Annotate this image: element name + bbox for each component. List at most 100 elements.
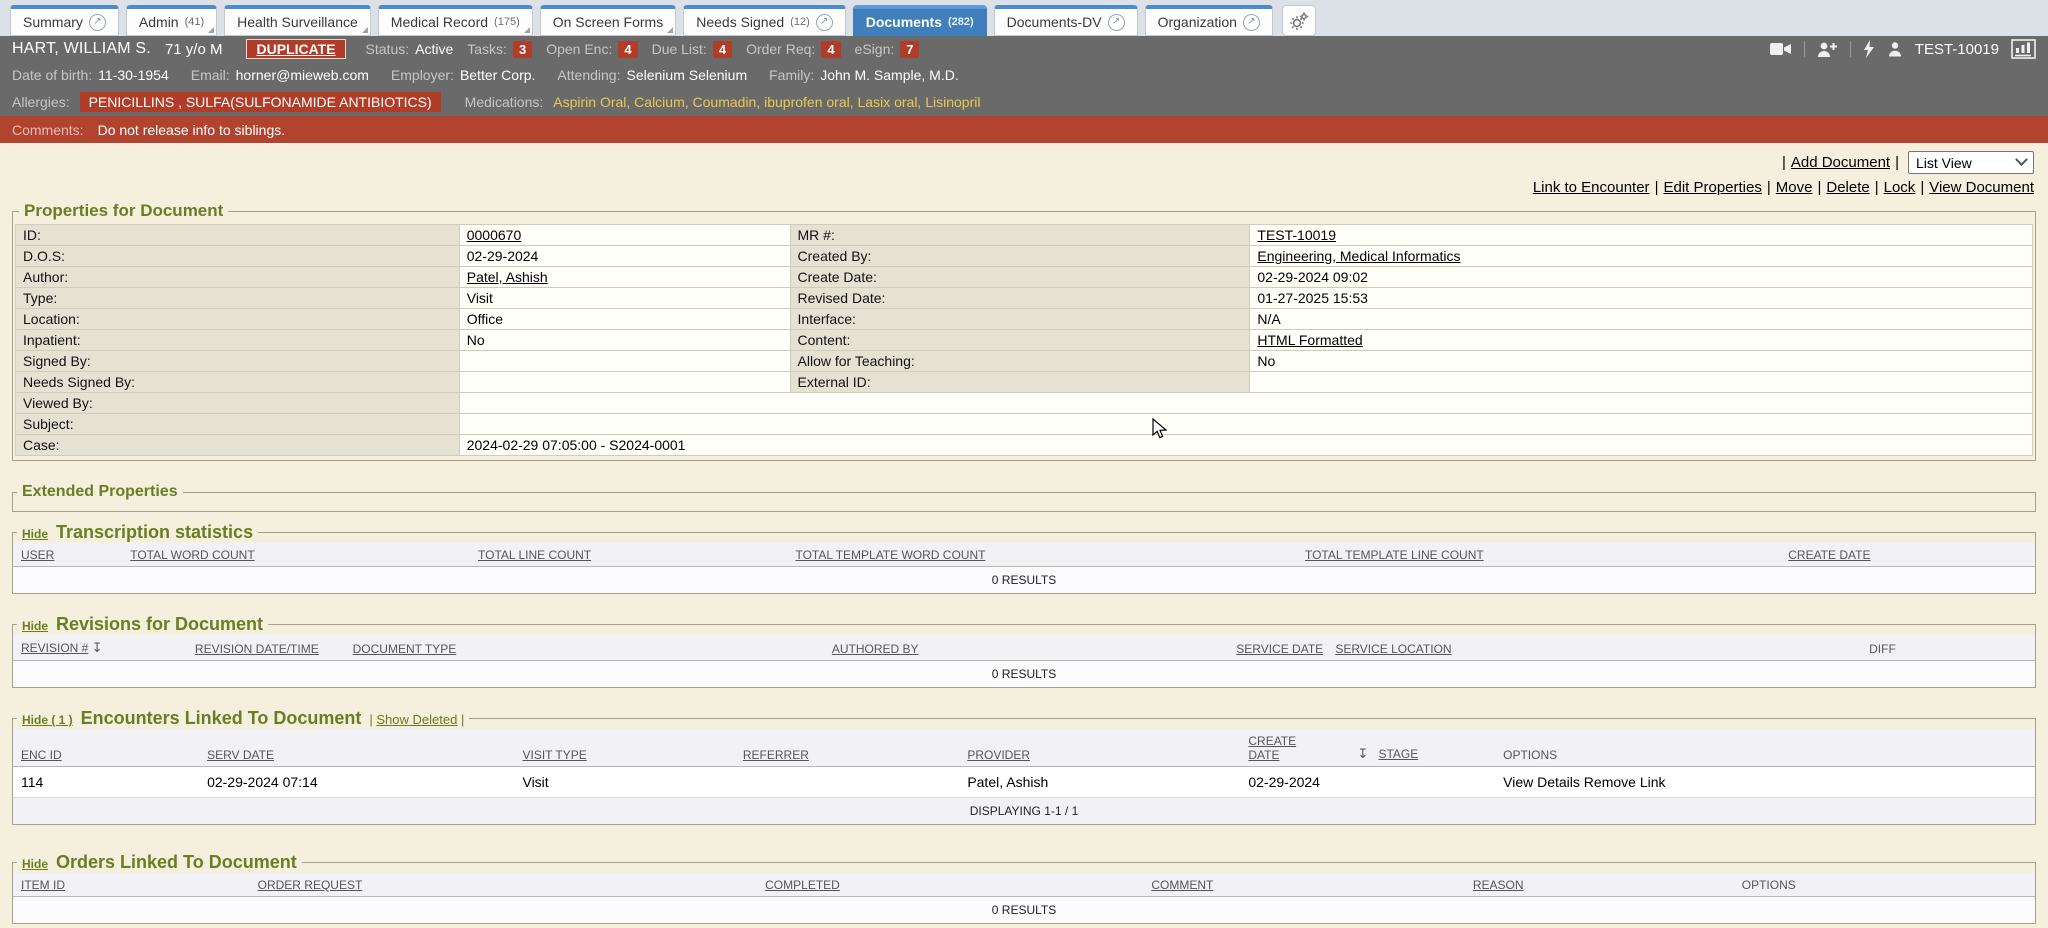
employer-label: Employer:	[391, 67, 454, 83]
sort-header[interactable]: ORDER REQUEST	[258, 878, 363, 892]
tasks-count-badge[interactable]: 3	[513, 41, 532, 58]
options-cell: View Details Remove Link	[1499, 767, 2035, 798]
view-document-link[interactable]: View Document	[1929, 179, 2034, 196]
tab-organization[interactable]: Organization ↗	[1145, 5, 1273, 36]
tab-documents[interactable]: Documents (282)	[853, 5, 987, 36]
document-id-link[interactable]: 0000670	[467, 227, 522, 243]
sort-header[interactable]: TOTAL WORD COUNT	[130, 548, 254, 562]
sort-header[interactable]: ENC ID	[21, 748, 62, 762]
transcription-legend: Hide Transcription statistics	[17, 522, 258, 543]
mr-number-link[interactable]: TEST-10019	[1257, 227, 1336, 243]
property-label: Needs Signed By:	[16, 372, 460, 393]
duplicate-flag[interactable]: DUPLICATE	[246, 39, 345, 59]
delete-link[interactable]: Delete	[1826, 179, 1869, 196]
created-by-link[interactable]: Engineering, Medical Informatics	[1257, 248, 1460, 264]
move-link[interactable]: Move	[1776, 179, 1813, 196]
sort-header[interactable]: REFERRER	[743, 748, 809, 762]
add-person-icon[interactable]	[1817, 41, 1838, 58]
popout-icon[interactable]: ↗	[89, 14, 106, 31]
video-camera-icon[interactable]	[1770, 41, 1792, 57]
sort-header[interactable]: AUTHORED BY	[832, 642, 919, 656]
sort-header[interactable]: VISIT TYPE	[522, 748, 586, 762]
sort-direction-icon[interactable]: ↧	[1358, 746, 1369, 762]
due-list-count-badge[interactable]: 4	[713, 41, 732, 58]
popout-icon[interactable]: ↗	[1108, 14, 1125, 31]
sort-header[interactable]: TOTAL TEMPLATE WORD COUNT	[795, 548, 985, 562]
separator: |	[1920, 179, 1924, 196]
order-req-stat: Order Req: 4	[746, 41, 840, 58]
column-header: VISIT TYPE	[518, 729, 738, 767]
tab-on-screen-forms[interactable]: On Screen Forms	[540, 5, 676, 36]
flowsheet-chart-icon[interactable]	[2011, 39, 2036, 59]
tab-label: Organization	[1158, 14, 1237, 30]
tab-summary[interactable]: Summary ↗	[10, 5, 119, 36]
sort-header[interactable]: SERVICE DATE	[1236, 642, 1323, 656]
sort-header[interactable]: TOTAL LINE COUNT	[478, 548, 591, 562]
tab-needs-signed[interactable]: Needs Signed (12) ↗	[683, 5, 846, 36]
sort-header[interactable]: REVISION DATE/TIME	[195, 642, 319, 656]
serv-date-cell: 02-29-2024 07:14	[203, 767, 518, 798]
sort-header[interactable]: ITEM ID	[21, 878, 65, 892]
patient-header-bar: HART, WILLIAM S. 71 y/o M DUPLICATE Stat…	[0, 36, 2048, 62]
column-header: REVISION DATE/TIME	[191, 635, 349, 661]
sort-header[interactable]: COMMENT	[1151, 878, 1213, 892]
lightning-bolt-icon[interactable]	[1863, 40, 1875, 58]
settings-button[interactable]	[1282, 5, 1316, 36]
lock-link[interactable]: Lock	[1884, 179, 1916, 196]
tab-health-surveillance[interactable]: Health Surveillance	[224, 5, 371, 36]
separator: |	[461, 712, 464, 727]
sort-header[interactable]: TOTAL TEMPLATE LINE COUNT	[1305, 548, 1484, 562]
column-header: ORDER REQUEST	[254, 873, 762, 897]
view-details-link[interactable]: View Details	[1503, 774, 1580, 790]
hide-link[interactable]: Hide ( 1 )	[22, 713, 73, 727]
sort-direction-icon[interactable]: ↧	[92, 640, 103, 656]
popout-icon[interactable]: ↗	[1243, 14, 1260, 31]
separator: |	[369, 712, 372, 727]
tab-admin[interactable]: Admin (41)	[126, 5, 217, 36]
sort-header[interactable]: SERVICE LOCATION	[1335, 642, 1451, 656]
hide-link[interactable]: Hide	[22, 857, 48, 871]
allergies-label: Allergies:	[12, 94, 70, 110]
table-row: Inpatient: No Content: HTML Formatted	[16, 330, 2033, 351]
sort-header[interactable]: REVISION #	[21, 641, 88, 655]
table-header-row: ENC ID SERV DATE VISIT TYPE REFERRER PRO…	[13, 729, 2035, 767]
orders-table: ITEM ID ORDER REQUEST COMPLETED COMMENT …	[13, 873, 2035, 923]
email-label: Email:	[191, 67, 230, 83]
sort-header[interactable]: CREATE	[1248, 734, 1296, 748]
add-document-link[interactable]: Add Document	[1791, 154, 1890, 171]
tab-medical-record[interactable]: Medical Record (175)	[378, 5, 533, 36]
remove-link[interactable]: Remove Link	[1584, 774, 1666, 790]
tab-documents-dv[interactable]: Documents-DV ↗	[994, 5, 1138, 36]
show-deleted-link[interactable]: Show Deleted	[376, 712, 457, 727]
orders-legend: Hide Orders Linked To Document	[17, 852, 302, 873]
link-to-encounter-link[interactable]: Link to Encounter	[1533, 179, 1650, 196]
edit-properties-link[interactable]: Edit Properties	[1663, 179, 1761, 196]
esign-count-badge[interactable]: 7	[900, 41, 919, 58]
author-link[interactable]: Patel, Ashish	[467, 269, 548, 285]
table-row: Signed By: Allow for Teaching: No	[16, 351, 2033, 372]
sort-header[interactable]: REASON	[1473, 878, 1524, 892]
sort-header[interactable]: STAGE	[1378, 747, 1418, 761]
sort-header[interactable]: COMPLETED	[765, 878, 840, 892]
sort-header[interactable]: DATE	[1248, 748, 1279, 762]
open-enc-count-badge[interactable]: 4	[618, 41, 637, 58]
sort-header[interactable]: SERV DATE	[207, 748, 274, 762]
view-mode-select[interactable]: List View	[1908, 151, 2034, 174]
column-header: ENC ID	[13, 729, 203, 767]
order-req-count-badge[interactable]: 4	[821, 41, 840, 58]
comments-bar: Comments: Do not release info to sibling…	[0, 116, 2048, 143]
hide-link[interactable]: Hide	[22, 527, 48, 541]
sort-header[interactable]: DOCUMENT TYPE	[353, 642, 457, 656]
medications-label: Medications:	[465, 94, 544, 110]
tab-count: (41)	[185, 16, 205, 28]
hide-link[interactable]: Hide	[22, 619, 48, 633]
sort-header[interactable]: CREATE DATE	[1788, 548, 1870, 562]
sort-header[interactable]: PROVIDER	[967, 748, 1030, 762]
popout-icon[interactable]: ↗	[816, 14, 833, 31]
enc-id-cell: 114	[13, 767, 203, 798]
sort-header[interactable]: USER	[21, 548, 54, 562]
column-header: TOTAL TEMPLATE LINE COUNT	[1301, 543, 1784, 567]
content-format-link[interactable]: HTML Formatted	[1257, 332, 1362, 348]
person-icon[interactable]	[1887, 41, 1903, 57]
allergies-badge[interactable]: PENICILLINS , SULFA(SULFONAMIDE ANTIBIOT…	[80, 92, 441, 112]
